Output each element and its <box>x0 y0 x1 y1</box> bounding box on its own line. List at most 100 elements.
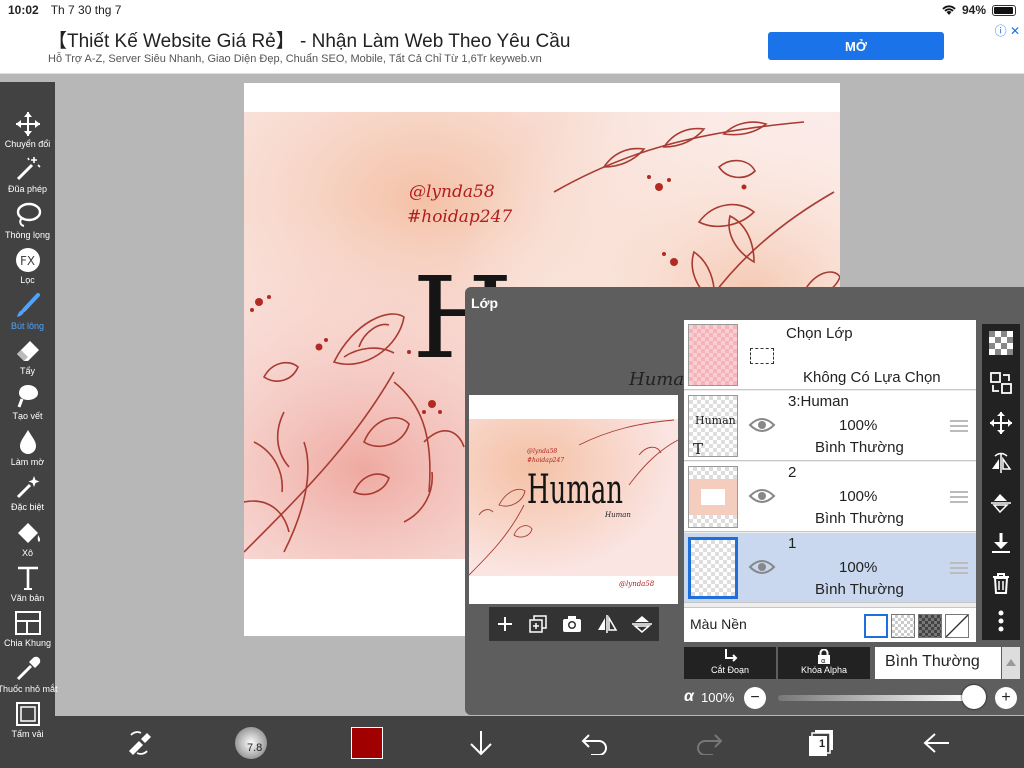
brush-icon <box>16 292 40 317</box>
tool-smudge[interactable]: Tạo vết <box>0 382 55 427</box>
opacity-row: α 100% − + <box>684 684 1024 712</box>
layer-blend-mode: Bình Thường <box>815 510 904 527</box>
tool-label: Văn bản <box>10 593 45 603</box>
selection-thumbnail <box>688 324 738 386</box>
flip-layer-horizontal-icon[interactable] <box>986 448 1016 478</box>
quick-tool-switch-icon[interactable] <box>121 726 157 760</box>
eraser-icon <box>16 341 39 361</box>
layer-count: 1 <box>819 738 826 750</box>
tool-canvas[interactable]: Tấm vải <box>0 700 55 745</box>
drag-handle-icon[interactable] <box>950 419 968 433</box>
tool-frame[interactable]: Chia Khung <box>0 609 55 654</box>
status-date: Th 7 30 thg 7 <box>50 3 122 17</box>
tool-label: Tẩy <box>19 366 35 376</box>
alpha-symbol: α <box>684 688 694 705</box>
merge-down-icon[interactable] <box>986 528 1016 558</box>
blend-mode-select[interactable]: Bình Thường <box>875 647 1001 679</box>
frame-icon <box>14 611 41 636</box>
artwork-tag2: #hoidap247 <box>407 207 512 227</box>
visibility-eye-icon[interactable] <box>748 557 776 577</box>
drag-handle-icon[interactable] <box>950 561 968 575</box>
background-color-row: Màu Nền <box>684 607 976 642</box>
svg-text:FX: FX <box>20 254 35 268</box>
layer-opacity: 100% <box>839 559 878 576</box>
tool-label: Chia Khung <box>3 638 52 649</box>
tool-lasso[interactable]: Thòng lọng <box>0 201 55 246</box>
visibility-eye-icon[interactable] <box>748 415 776 435</box>
opacity-value: 100% <box>701 690 735 705</box>
checker-icon[interactable] <box>986 328 1016 358</box>
camera-icon[interactable] <box>561 614 583 634</box>
brush-size-button[interactable]: 7.8 <box>233 726 269 760</box>
canvas-peek: Human <box>628 369 685 390</box>
bg-transparent-light-swatch[interactable] <box>891 614 915 638</box>
svg-text:@lynda58: @lynda58 <box>527 448 557 455</box>
lock-icon: α <box>818 649 830 664</box>
tool-label: Đặc biệt <box>10 502 45 513</box>
opacity-increase-button[interactable]: + <box>995 687 1017 709</box>
tool-label: Lọc <box>20 275 35 286</box>
tool-fx[interactable]: FX Lọc <box>0 246 55 291</box>
tool-eyedropper[interactable]: Thuốc nhỏ mắt <box>0 655 58 700</box>
layer-actions-bar <box>489 607 659 641</box>
move-layer-icon[interactable] <box>986 408 1016 438</box>
flip-layer-vertical-icon[interactable] <box>986 488 1016 518</box>
wifi-icon <box>942 4 956 15</box>
tool-magic-wand[interactable]: Đũa phép <box>0 155 55 200</box>
undo-icon[interactable] <box>577 726 613 760</box>
duplicate-layer-icon[interactable] <box>528 614 548 634</box>
ad-banner[interactable]: 【Thiết Kế Website Giá Rẻ】 - Nhận Làm Web… <box>0 20 1024 74</box>
status-bar: 10:02 Th 7 30 thg 7 94% <box>0 0 1024 20</box>
bg-transparent-dark-swatch[interactable] <box>918 614 942 638</box>
tool-label: Bút lông <box>10 320 45 331</box>
layer-opacity: 100% <box>839 488 878 505</box>
ad-choices-icon[interactable]: ⓘ ✕ <box>995 22 1020 39</box>
ad-title[interactable]: 【Thiết Kế Website Giá Rẻ】 - Nhận Làm Web… <box>48 26 570 53</box>
selection-layer-row[interactable]: Chọn Lớp Không Có Lựa Chọn <box>684 320 976 390</box>
flip-vertical-icon[interactable] <box>631 614 653 634</box>
clipping-button[interactable]: Cắt Đoạn <box>684 647 776 679</box>
tool-blur[interactable]: Làm mờ <box>0 428 55 473</box>
layer-opacity: 100% <box>839 417 878 434</box>
bg-none-swatch[interactable] <box>945 614 969 638</box>
background-color-label: Màu Nền <box>690 616 747 632</box>
layer-row-selected[interactable]: 1 100% Bình Thường <box>684 533 976 603</box>
selection-layer-title: Chọn Lớp <box>786 325 853 342</box>
ad-open-button[interactable]: MỞ <box>768 32 944 60</box>
fx-icon: FX <box>15 248 40 273</box>
visibility-eye-icon[interactable] <box>748 486 776 506</box>
color-swatch-button[interactable] <box>349 726 385 760</box>
opacity-slider-knob[interactable] <box>962 685 986 709</box>
flip-horizontal-icon[interactable] <box>596 614 618 634</box>
drag-handle-icon[interactable] <box>950 490 968 504</box>
text-icon <box>17 566 38 590</box>
trash-icon[interactable] <box>986 568 1016 598</box>
download-arrow-icon[interactable] <box>463 726 499 760</box>
back-arrow-icon[interactable] <box>919 726 955 760</box>
selection-layer-desc: Không Có Lựa Chọn <box>803 369 941 386</box>
alpha-lock-button[interactable]: α Khóa Alpha <box>778 647 870 679</box>
opacity-slider[interactable] <box>778 695 968 701</box>
redo-icon[interactable] <box>691 726 727 760</box>
layer-row[interactable]: 2 100% Bình Thường <box>684 462 976 532</box>
bg-white-swatch[interactable] <box>864 614 888 638</box>
clipping-icon <box>725 649 738 662</box>
tool-eraser[interactable]: Tẩy <box>0 337 55 382</box>
layer-right-toolbar <box>982 324 1020 640</box>
tool-bucket[interactable]: Xô <box>0 519 55 564</box>
layer-preview[interactable]: @lynda58 #hoidap247 Human Human @lynda58 <box>469 395 678 604</box>
layers-button[interactable]: 1 <box>803 726 839 760</box>
opacity-decrease-button[interactable]: − <box>744 687 766 709</box>
tool-special[interactable]: Đặc biệt <box>0 473 55 518</box>
tool-move[interactable]: Chuyển đổi <box>0 110 55 155</box>
tool-brush[interactable]: Bút lông <box>0 292 55 337</box>
layer-transfer-icon[interactable] <box>986 368 1016 398</box>
svg-text:Human: Human <box>628 369 685 390</box>
layer-row[interactable]: Human T 3:Human 100% Bình Thường <box>684 391 976 461</box>
add-layer-icon[interactable] <box>495 614 515 634</box>
blend-mode-arrow-icon[interactable] <box>1002 647 1020 679</box>
more-options-icon[interactable] <box>986 606 1016 636</box>
tool-text[interactable]: Văn bản <box>0 564 55 609</box>
bottom-toolbar: 7.8 1 <box>55 716 1024 768</box>
layer-panel: Lớp Human @lynda58 #hoidap247 Human Huma… <box>465 287 1024 715</box>
